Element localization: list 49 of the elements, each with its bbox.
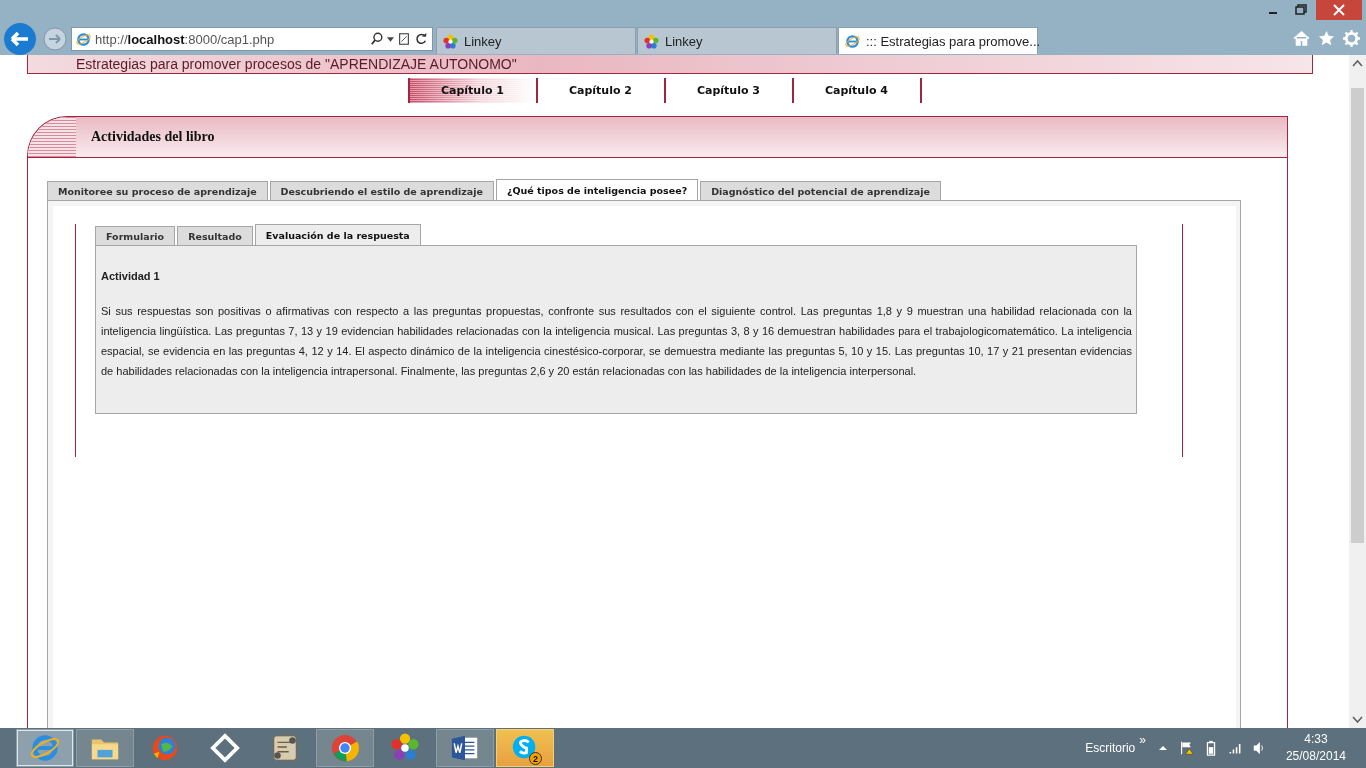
diamond-arrows-icon <box>210 733 240 763</box>
notepad-icon <box>270 733 300 763</box>
toolbar-expand-button[interactable]: » <box>1139 733 1146 747</box>
section-tab[interactable]: Formulario <box>95 226 176 245</box>
globe-disc-icon <box>150 733 180 763</box>
evaluation-paragraph: Si sus respuestas son positivas o afirmativas con respecto a las preguntas propuestas, confronte sus resultados con el siguiente control. Las preguntas 1,8 y 9 muestran una habilidad relacionada con la inteligencia lingüística. Las preguntas 7, 13 y 19 evidencian habilidades relacionadas con la inteligencia musical. Las preguntas 3, 8 y 16 demuestran habilidades para el trabajologicomatemático. La inteligencia espacial, se evidencia en las preguntas 4, 12 y 14. El aspecto dinámico de la inteligencia cinestésico-corporar, se demuestra mediante las preguntas 5, 10 y 15. Las preguntas 10, 17 y 21 presentan evidencias de habilidades relacionadas con la inteligencia intrapersonal. Finalmente, las preguntas 2,6 y 20 están relacionadas con las habilidades de la inteligencia interpersonal. <box>101 304 1132 379</box>
search-icon[interactable] <box>370 32 384 46</box>
chapter-tab[interactable]: Capítulo 2 <box>535 78 664 103</box>
address-field[interactable]: http://localhost:8000/cap1.php <box>71 27 433 51</box>
time-text: 4:33 <box>1304 731 1328 748</box>
desktop-toolbar-label[interactable]: Escritorio <box>1085 741 1136 755</box>
date-text: 25/08/2014 <box>1285 748 1346 765</box>
panel-title: Actividades del libro <box>91 129 215 145</box>
refresh-icon[interactable] <box>414 32 428 46</box>
taskbar-button[interactable]: 2 <box>496 729 554 767</box>
ie-icon <box>30 733 60 763</box>
close-button[interactable] <box>1316 0 1362 20</box>
compatibility-icon[interactable] <box>397 32 411 46</box>
url-text: http://localhost:8000/cap1.php <box>95 31 276 47</box>
clock[interactable]: 4:33 25/08/2014 <box>1285 731 1346 765</box>
browser-tab[interactable]: Linkey <box>436 27 636 54</box>
scroll-thumb[interactable] <box>1351 88 1364 543</box>
chrome-icon <box>330 733 360 763</box>
activity-tab[interactable]: Monitoree su proceso de aprendizaje <box>47 181 268 200</box>
flag-warning-icon[interactable] <box>1179 740 1194 756</box>
striped-corner-decoration <box>28 117 76 157</box>
chapter-tab[interactable]: Capítulo 4 <box>791 78 922 103</box>
activity-tab[interactable]: Descubriendo el estilo de aprendizaje <box>269 181 494 200</box>
word-icon <box>450 733 480 763</box>
section-tab[interactable]: Evaluación de la respuesta <box>254 224 421 245</box>
ie-icon <box>76 31 91 47</box>
browser-tab[interactable]: ::: Estrategias para promove... <box>838 27 1038 54</box>
browser-tab[interactable]: Linkey <box>637 27 837 54</box>
site-title: Estrategias para promover procesos de "APRENDIZAJE AUTONOMO" <box>76 56 517 72</box>
taskbar-button[interactable] <box>436 729 494 767</box>
activity-tab[interactable]: ¿Qué tipos de inteligencia posee? <box>495 179 699 200</box>
speaker-icon[interactable] <box>1251 740 1266 756</box>
flower-icon <box>390 733 420 763</box>
flower-icon <box>443 33 458 49</box>
star-icon[interactable] <box>1318 30 1335 47</box>
chapter-tab[interactable]: Capítulo 3 <box>663 78 792 103</box>
activity-tab[interactable]: Diagnóstico del potencial de aprendizaje <box>700 181 941 200</box>
back-button[interactable] <box>3 22 37 56</box>
section-tab[interactable]: Resultado <box>177 226 253 245</box>
activity-heading: Actividad 1 <box>101 270 161 282</box>
flower-icon <box>644 33 659 49</box>
vertical-scrollbar[interactable] <box>1349 55 1366 728</box>
notification-badge: 2 <box>529 752 542 765</box>
ie-icon <box>845 33 860 49</box>
